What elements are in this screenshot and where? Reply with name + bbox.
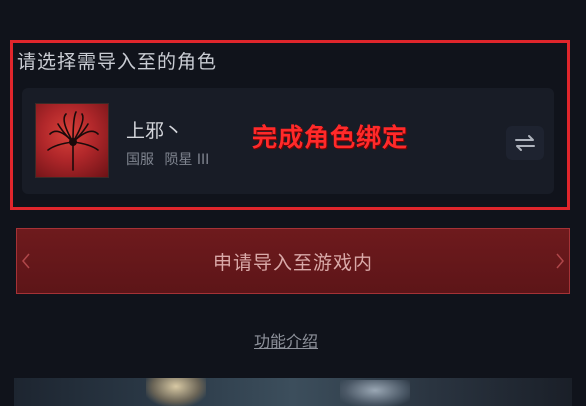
apply-import-button[interactable]: 申请导入至游戏内 [16, 228, 570, 294]
apply-import-label: 申请导入至游戏内 [212, 251, 373, 274]
banner-figure [146, 378, 206, 406]
feature-intro-link[interactable]: 功能介绍 [254, 328, 318, 352]
button-deco-right-icon [556, 253, 564, 269]
button-deco-left-icon [22, 253, 30, 269]
banner-figure-2 [340, 380, 410, 406]
annotation-label: 完成角色绑定 [252, 123, 409, 152]
promo-banner [14, 378, 572, 406]
